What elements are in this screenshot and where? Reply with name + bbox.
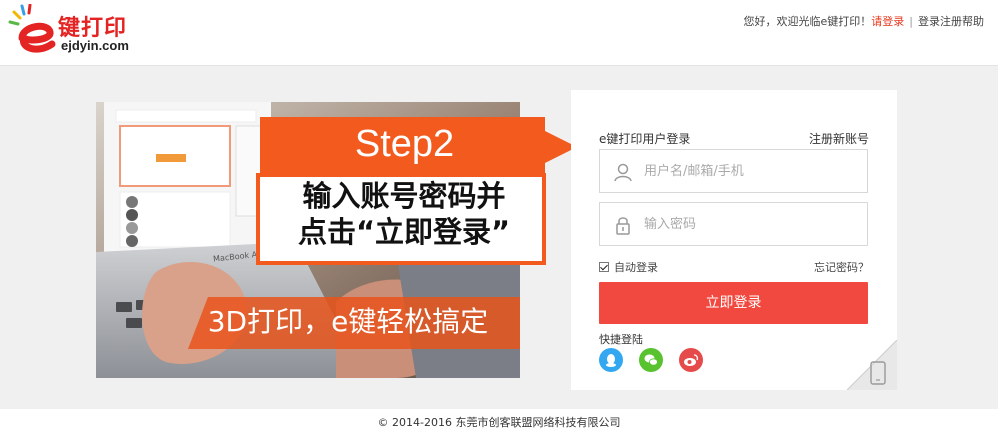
wechat-icon [644, 354, 658, 366]
site-footer: © 2014-2016 东莞市创客联盟网络科技有限公司 [0, 409, 998, 445]
site-logo[interactable]: 键打印 ejdyin.com [8, 4, 138, 62]
banner-slogan: 3D打印，e键轻松搞定 [207, 305, 489, 338]
qq-icon [606, 354, 616, 367]
help-link[interactable]: 登录注册帮助 [918, 15, 984, 28]
login-button[interactable]: 立即登录 [599, 282, 868, 324]
site-header: 键打印 ejdyin.com 您好，欢迎光临e键打印！请登录 | 登录注册帮助 [0, 0, 998, 66]
user-icon [614, 163, 632, 182]
step-description-line1: 输入账号密码并 [302, 179, 506, 213]
username-input[interactable] [644, 150, 864, 192]
login-link[interactable]: 请登录 [871, 15, 904, 28]
register-link[interactable]: 注册新账号 [809, 130, 869, 147]
step-title: Step2 [354, 123, 455, 165]
auto-login-checkbox[interactable] [599, 262, 609, 272]
mobile-login-corner[interactable] [847, 340, 897, 390]
quick-login-label: 快捷登陆 [599, 333, 643, 346]
password-field[interactable] [599, 202, 868, 246]
weibo-login-button[interactable] [679, 348, 703, 372]
password-input[interactable] [644, 203, 864, 245]
username-field[interactable] [599, 149, 868, 193]
wechat-login-button[interactable] [639, 348, 663, 372]
auto-login-option[interactable]: 自动登录 [599, 259, 658, 275]
qq-login-button[interactable] [599, 348, 623, 372]
step-description: 输入账号密码并 点击“立即登录” [270, 178, 538, 250]
welcome-text: 您好，欢迎光临e键打印！ [743, 15, 872, 28]
logo-text-en: ejdyin.com [61, 38, 129, 53]
login-panel: e键打印用户登录 注册新账号 自动登录 忘记密码？ 立即登录 快捷登陆 [571, 90, 897, 390]
login-title: e键打印用户登录 [599, 132, 691, 146]
weibo-icon [684, 354, 699, 366]
auto-login-label: 自动登录 [614, 261, 658, 274]
lock-icon [616, 217, 630, 235]
link-separator: | [909, 15, 913, 28]
logo-e-icon [8, 4, 56, 53]
copyright-text: © 2014-2016 东莞市创客联盟网络科技有限公司 [377, 416, 621, 429]
top-links: 您好，欢迎光临e键打印！请登录 | 登录注册帮助 [744, 13, 985, 29]
forgot-password-link[interactable]: 忘记密码？ [814, 259, 869, 275]
step-description-line2: 点击“立即登录” [297, 215, 511, 249]
